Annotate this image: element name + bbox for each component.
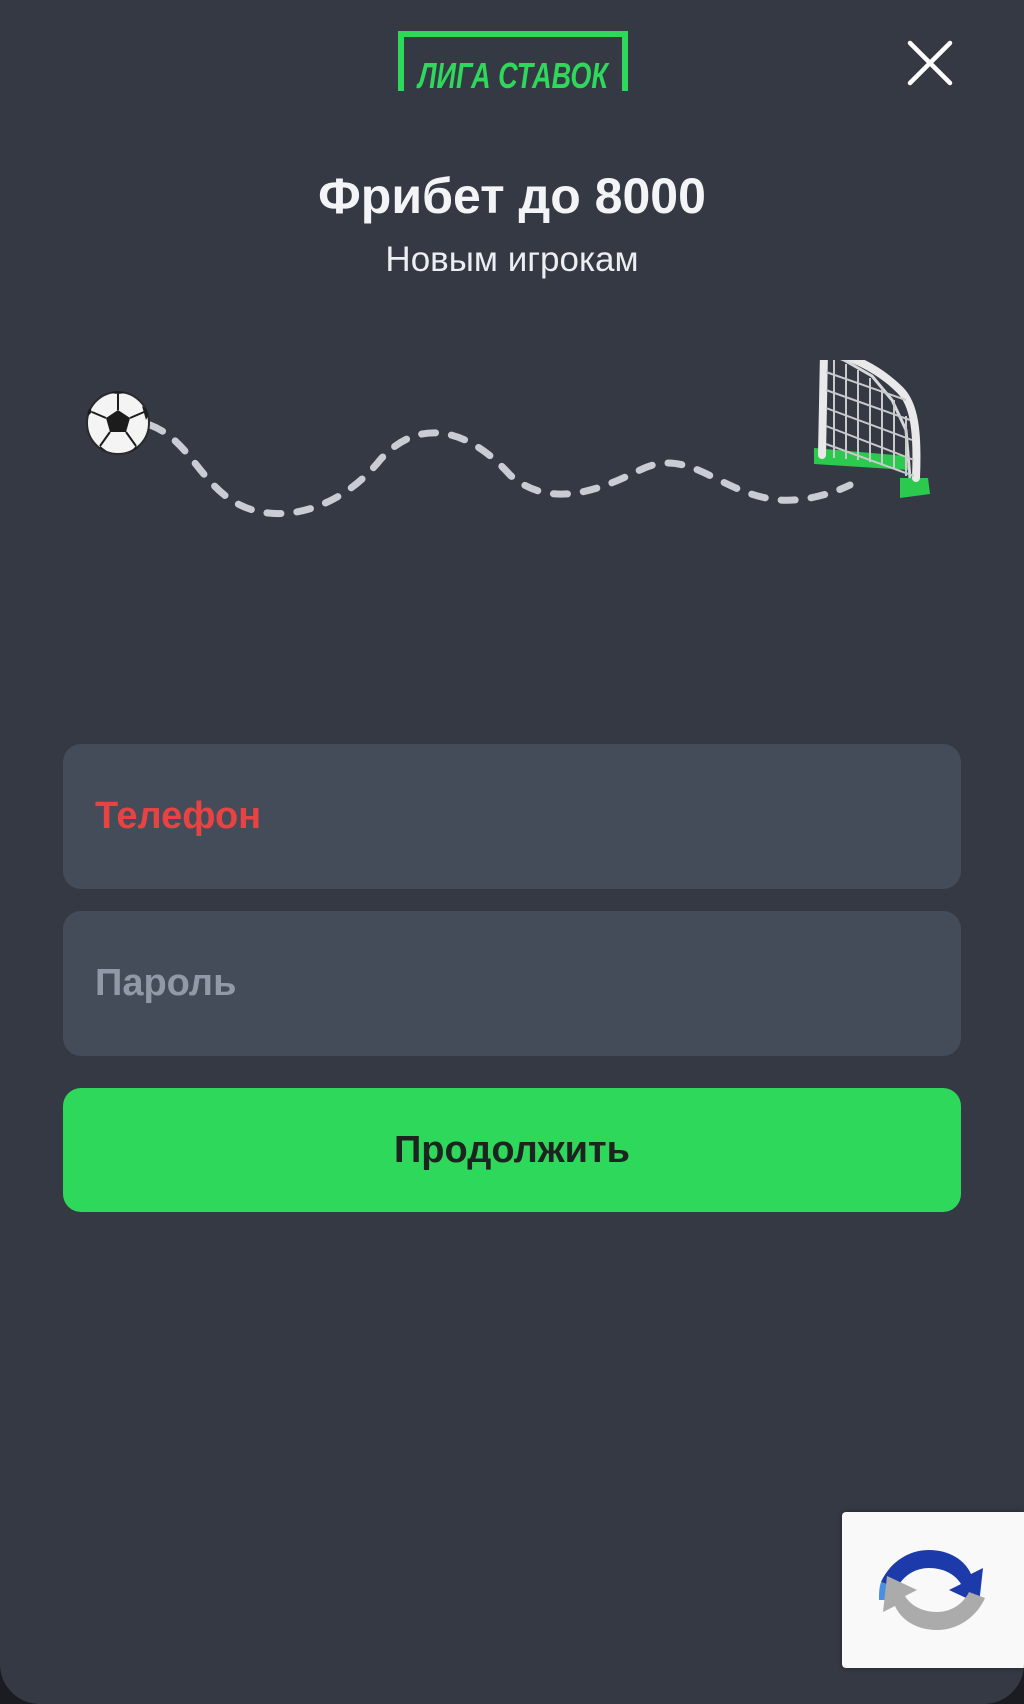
screen-corner-right <box>984 1664 1024 1704</box>
continue-button-label: Продолжить <box>393 1128 631 1171</box>
soccer-ball-icon <box>86 391 150 455</box>
ball-to-goal-illustration <box>86 360 930 518</box>
continue-button[interactable]: Продолжить <box>63 1088 961 1212</box>
logo-text: ЛИГА СТАВОК <box>416 55 610 93</box>
promo-subtitle: Новым игрокам <box>385 240 639 279</box>
ball-trajectory-path <box>146 421 854 518</box>
phone-field[interactable]: Телефон <box>63 744 961 889</box>
password-field[interactable]: Пароль <box>63 911 961 1056</box>
recaptcha-badge[interactable] <box>842 1512 1024 1668</box>
phone-placeholder: Телефон <box>95 795 262 837</box>
close-icon <box>907 40 953 86</box>
goal-icon <box>814 360 930 498</box>
close-button[interactable] <box>902 38 958 88</box>
recaptcha-icon <box>879 1550 985 1630</box>
liga-stavok-logo: ЛИГА СТАВОК <box>398 31 628 93</box>
screen-corner-left <box>0 1664 40 1704</box>
promo-title: Фрибет до 8000 <box>318 168 706 224</box>
password-placeholder: Пароль <box>95 962 237 1004</box>
